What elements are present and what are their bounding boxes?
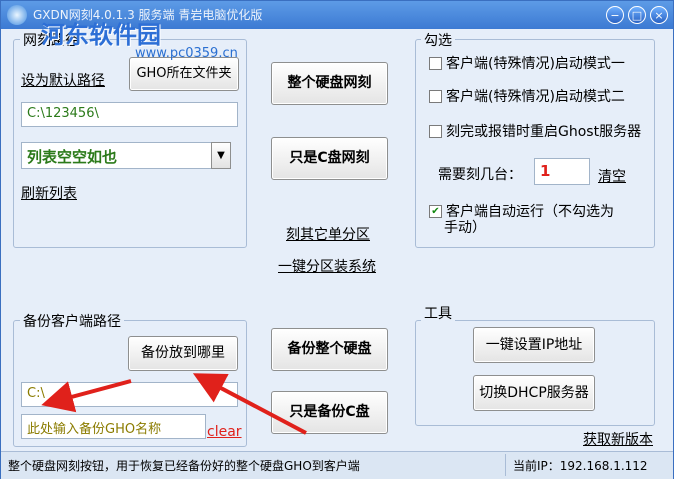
status-bar: 整个硬盘网刻按钮，用于恢复已经备份好的整个硬盘GHO到客户端 当前IP：192.… xyxy=(1,451,673,479)
arrow-to-path-input xyxy=(41,379,132,413)
status-hint: 整个硬盘网刻按钮，用于恢复已经备份好的整个硬盘GHO到客户端 xyxy=(8,459,360,473)
current-ip: 当前IP：192.168.1.112 xyxy=(513,459,648,473)
status-divider xyxy=(505,454,506,476)
annotation-arrows xyxy=(41,373,307,435)
app-window: GXDN网刻4.0.1.3 服务端 青岩电脑优化版 − □ × 网刻路径 设为默… xyxy=(0,0,674,479)
arrow-to-backup-button xyxy=(192,373,307,435)
